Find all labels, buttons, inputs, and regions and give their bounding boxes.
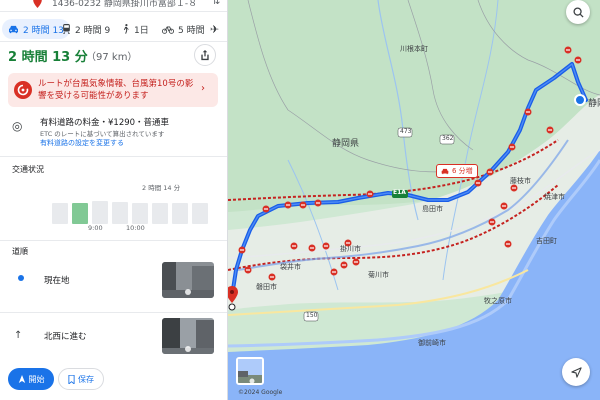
share-icon [201, 49, 209, 60]
map-label-shizuoka: 静岡 [588, 99, 600, 109]
start-button[interactable]: 開始 [8, 368, 54, 390]
typhoon-alert[interactable]: ルートが台風気象情報、台風第10号の影響を受ける可能性があります › [8, 73, 218, 107]
navigation-arrow-icon [570, 366, 582, 378]
tab-bike-label: 5 時間 [178, 25, 205, 36]
pin-icon [33, 0, 42, 8]
map-label-yaizu: 焼津市 [544, 193, 565, 201]
traffic-bar[interactable] [152, 203, 168, 224]
map-label-shimada: 島田市 [422, 205, 443, 213]
walk-icon [123, 24, 129, 34]
route-shield-150: 150 [306, 312, 318, 319]
arrow-up-icon: ↑ [14, 330, 23, 341]
traffic-bar[interactable] [112, 202, 128, 224]
route-shield-e1a: E1A [393, 189, 406, 196]
save-button[interactable]: 保存 [58, 368, 104, 390]
map-label-kikugawa: 菊川市 [368, 271, 389, 279]
traffic-heading: 交通状況 [12, 165, 44, 174]
location-dot-icon [18, 275, 24, 281]
plane-icon: ✈ [210, 22, 220, 36]
traffic-chart [52, 190, 212, 224]
traffic-bar[interactable] [172, 203, 188, 224]
map-label-fujieda: 藤枝市 [510, 177, 531, 185]
delay-label: 6 分増 [452, 167, 473, 175]
street-view-preview[interactable] [236, 357, 264, 385]
train-icon [63, 24, 70, 34]
map-label-shizuoka-pref: 静岡県 [332, 139, 360, 149]
traffic-delay-badge[interactable]: 6 分増 [436, 164, 478, 178]
route-distance: （97 km） [86, 52, 138, 63]
tab-walk[interactable]: 1日 [122, 19, 149, 39]
tab-car[interactable]: 2 時間 13 [2, 19, 70, 39]
chevron-right-icon: › [201, 83, 205, 94]
bookmark-icon [68, 374, 75, 384]
traffic-bar[interactable] [92, 201, 108, 224]
traffic-tick-9: 9:00 [88, 224, 103, 232]
map-label-kakegawa: 掛川市 [340, 245, 361, 253]
swap-icon[interactable]: ⇅ [212, 0, 220, 7]
route-summary: 2 時間 13 分 （97 km） [8, 44, 220, 68]
traffic-bar[interactable] [192, 203, 208, 224]
start-label: 開始 [28, 374, 45, 384]
map-label-iwata: 磐田市 [256, 283, 277, 291]
step-current-location[interactable]: 現在地 [0, 258, 227, 304]
route-shield-473: 473 [400, 128, 412, 135]
toll-note: ETC のレートに基づいて算出されています [40, 130, 165, 138]
step-head-northwest[interactable]: ↑ 北西に進む [0, 314, 227, 360]
map-label-yoshida: 吉田町 [536, 237, 557, 245]
tab-walk-label: 1日 [134, 25, 149, 36]
navigation-arrow-icon [18, 375, 25, 383]
traffic-bar[interactable] [72, 203, 88, 224]
tab-flight[interactable]: ✈ [210, 19, 219, 39]
traffic-bar[interactable] [52, 203, 68, 224]
street-view-thumbnail[interactable] [162, 318, 214, 354]
map-label-makinohara: 牧之原市 [484, 297, 512, 305]
origin-address[interactable]: 1436-0232 静岡県掛川市富部１-８ [52, 0, 197, 9]
traffic-tick-10: 10:00 [126, 224, 145, 232]
route-duration: 2 時間 13 分 [8, 50, 88, 65]
steps-heading: 道順 [12, 247, 28, 256]
tab-transit[interactable]: 2 時間 9 [62, 19, 110, 39]
save-label: 保存 [78, 374, 94, 384]
divider [0, 312, 227, 313]
map-copyright: ©2024 Google [238, 389, 283, 396]
map-canvas[interactable]: 川根本町 静岡県 静岡 藤枝市 焼津市 吉田町 島田市 牧之原市 菊川市 掛川市… [228, 0, 600, 400]
directions-panel: 1436-0232 静岡県掛川市富部１-８ ⇅ 2 時間 13 2 時間 9 1… [0, 0, 228, 400]
divider [0, 156, 227, 157]
alert-text: ルートが台風気象情報、台風第10号の影響を受ける可能性があります [38, 79, 194, 101]
traffic-bar[interactable] [132, 203, 148, 224]
step-label: 北西に進む [44, 332, 87, 342]
traffic-section: 交通状況 2 時間 14 分 9:00 10:00 [8, 160, 220, 236]
car-icon [441, 168, 449, 174]
street-view-thumbnail[interactable] [162, 262, 214, 298]
step-label: 現在地 [44, 276, 70, 286]
route-shield-362: 362 [442, 135, 454, 142]
tab-transit-label: 2 時間 9 [75, 25, 111, 36]
my-location-button[interactable] [562, 358, 590, 386]
tab-bike[interactable]: 5 時間 [162, 19, 205, 39]
coins-icon: ◎ [12, 119, 23, 133]
toll-price: 有料道路の料金・¥1290・普通車 [40, 118, 170, 128]
panel-footer: 開始 保存 [0, 360, 227, 400]
car-icon [9, 25, 18, 33]
toll-info: ◎ 有料道路の料金・¥1290・普通車 ETC のレートに基づいて算出されていま… [8, 116, 220, 152]
search-button[interactable] [566, 0, 590, 24]
origin-bar: 1436-0232 静岡県掛川市富部１-８ ⇅ [0, 0, 227, 12]
map-label-omaezaki: 御前崎市 [418, 339, 446, 347]
share-button[interactable] [194, 44, 216, 66]
toll-settings-link[interactable]: 有料道路の設定を変更する [40, 138, 124, 148]
search-icon [572, 6, 584, 18]
typhoon-icon [14, 81, 32, 99]
map-label-kawanehoncho: 川根本町 [400, 45, 428, 53]
map-label-fukuroi: 袋井市 [280, 263, 301, 271]
bike-icon [162, 26, 174, 34]
divider [0, 240, 227, 241]
travel-mode-tabs: 2 時間 13 2 時間 9 1日 5 時間 ✈ [0, 16, 227, 42]
tab-car-label: 2 時間 13 [23, 25, 64, 36]
